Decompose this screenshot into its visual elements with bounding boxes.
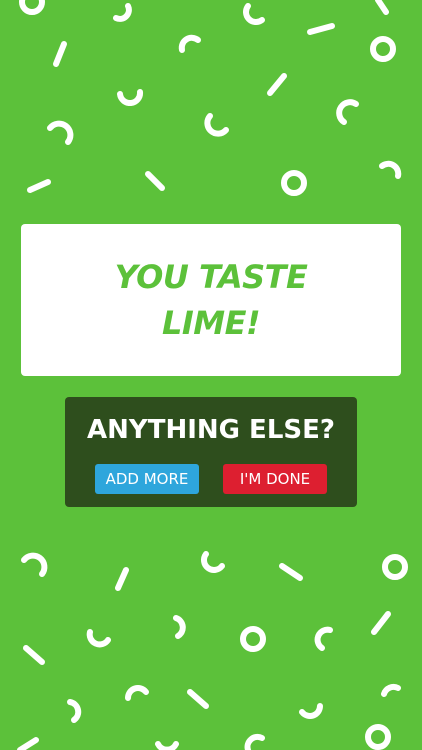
arc-shape <box>201 551 225 573</box>
ring-shape <box>281 170 307 196</box>
dash-shape <box>279 563 303 581</box>
dash-shape <box>187 689 209 709</box>
arc-shape <box>47 120 74 145</box>
arc-shape <box>244 733 265 750</box>
taste-result-screen: YOU TASTE LIME! ANYTHING ELSE? ADD MORE … <box>0 0 422 750</box>
dash-shape <box>267 73 287 96</box>
dash-shape <box>371 611 391 635</box>
arc-shape <box>178 34 201 53</box>
arc-shape <box>204 113 229 137</box>
result-line-1: YOU TASTE <box>114 258 308 296</box>
arc-shape <box>381 683 401 697</box>
anything-else-title: ANYTHING ELSE? <box>87 415 335 445</box>
arc-shape <box>86 629 111 648</box>
anything-else-panel: ANYTHING ELSE? ADD MORE I'M DONE <box>65 397 357 507</box>
dash-shape <box>23 645 45 665</box>
arc-shape <box>243 3 265 25</box>
done-button[interactable]: I'M DONE <box>223 464 327 494</box>
arc-shape <box>314 626 333 651</box>
ring-shape <box>240 626 266 652</box>
arc-shape <box>67 699 82 723</box>
arc-shape <box>379 160 402 179</box>
ring-shape <box>382 554 408 580</box>
ring-shape <box>365 724 391 750</box>
arc-shape <box>21 552 48 577</box>
arc-shape <box>113 3 132 22</box>
arc-shape <box>299 703 323 719</box>
dash-shape <box>53 41 67 67</box>
add-more-button[interactable]: ADD MORE <box>95 464 199 494</box>
arc-shape <box>173 615 186 639</box>
dash-shape <box>375 0 389 15</box>
ring-shape <box>370 36 396 62</box>
ring-shape <box>19 0 45 15</box>
arc-shape <box>117 89 144 106</box>
dash-shape <box>115 567 129 591</box>
result-line-2: LIME! <box>161 304 261 342</box>
dash-shape <box>145 171 165 191</box>
dash-shape <box>307 23 335 35</box>
dash-shape <box>27 179 51 193</box>
dash-shape <box>17 737 39 750</box>
arc-shape <box>336 99 359 125</box>
arc-shape <box>125 685 149 701</box>
result-card: YOU TASTE LIME! <box>21 224 401 376</box>
arc-shape <box>155 741 179 750</box>
